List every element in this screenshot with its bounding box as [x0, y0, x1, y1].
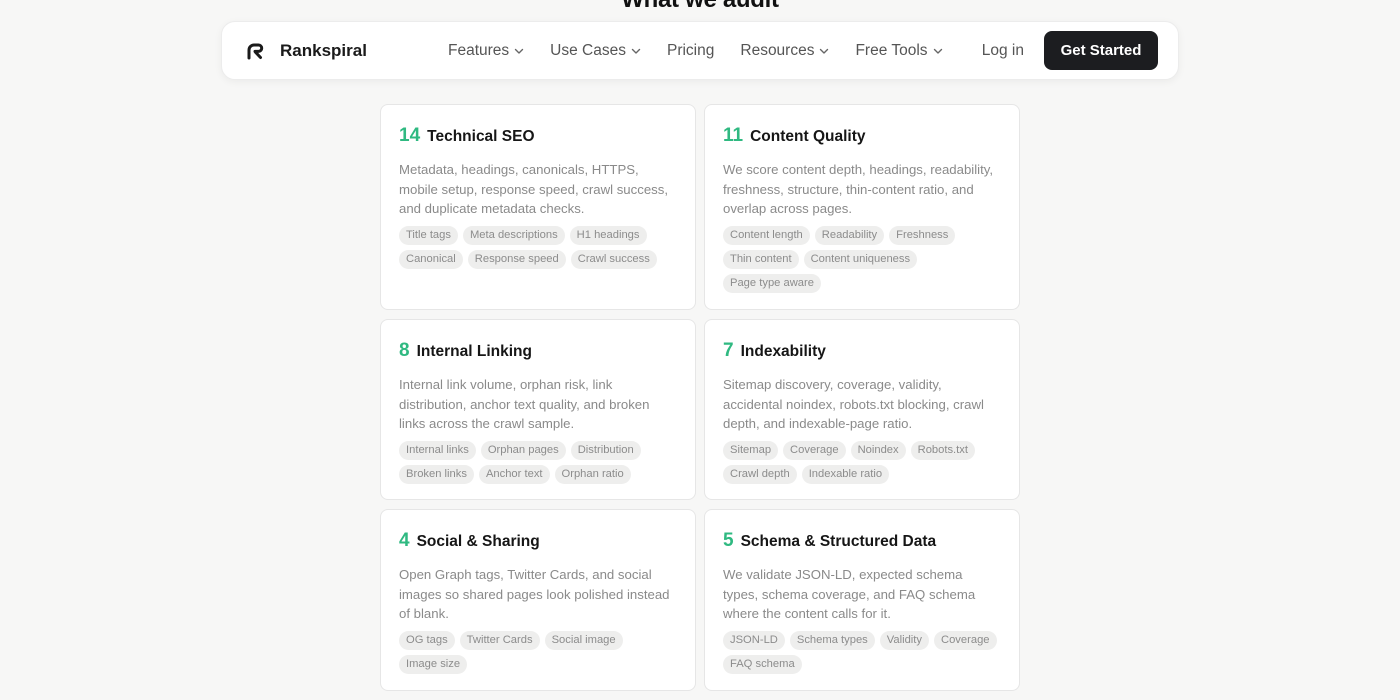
chevron-down-icon [933, 46, 943, 56]
audit-card-internal-linking: 8 Internal Linking Internal link volume,… [380, 319, 696, 500]
tag-list: Title tags Meta descriptions H1 headings… [399, 225, 677, 269]
tag: Content uniqueness [803, 249, 918, 269]
tag: Meta descriptions [462, 225, 565, 245]
card-description: Metadata, headings, canonicals, HTTPS, m… [399, 162, 669, 216]
tag: Page type aware [723, 273, 821, 293]
check-count: 14 [399, 125, 421, 146]
card-description: Sitemap discovery, coverage, validity, a… [723, 377, 984, 431]
tag: Orphan ratio [554, 464, 631, 484]
tag: Orphan pages [480, 440, 566, 460]
tag: Thin content [723, 249, 799, 269]
tag: Crawl depth [723, 464, 797, 484]
nav-features[interactable]: Features [448, 42, 524, 60]
audit-card-content-quality: 11 Content Quality We score content dept… [704, 104, 1020, 310]
card-description: Internal link volume, orphan risk, link … [399, 377, 650, 431]
audit-card-social-sharing: 4 Social & Sharing Open Graph tags, Twit… [380, 509, 696, 691]
card-description: Open Graph tags, Twitter Cards, and soci… [399, 567, 670, 621]
login-link[interactable]: Log in [982, 42, 1024, 60]
tag: Image size [399, 654, 468, 674]
nav-free-tools-label: Free Tools [855, 41, 928, 59]
nav-resources[interactable]: Resources [740, 42, 829, 60]
audit-card-technical-seo: 14 Technical SEO Metadata, headings, can… [380, 104, 696, 310]
nav-resources-label: Resources [740, 41, 815, 59]
card-description: We validate JSON-LD, expected schema typ… [723, 567, 976, 621]
check-count: 8 [399, 340, 410, 361]
tag: Freshness [889, 225, 956, 245]
tag: Validity [879, 630, 929, 650]
tag-list: Content length Readability Freshness Thi… [723, 225, 1001, 293]
tag: Internal links [399, 440, 476, 460]
tag-list: JSON-LD Schema types Validity Coverage F… [723, 630, 1001, 674]
navbar: Rankspiral Features Use Cases Pricing Re… [221, 21, 1179, 80]
check-count: 4 [399, 530, 410, 551]
tag: JSON-LD [723, 630, 785, 650]
chevron-down-icon [514, 46, 524, 56]
tag: Distribution [570, 440, 641, 460]
check-count: 5 [723, 530, 734, 551]
card-title: Schema & Structured Data [740, 533, 937, 550]
brand-name: Rankspiral [280, 40, 367, 60]
tag-list: Sitemap Coverage Noindex Robots.txt Craw… [723, 440, 1001, 484]
audit-grid: 14 Technical SEO Metadata, headings, can… [380, 104, 1020, 700]
card-description: We score content depth, headings, readab… [723, 162, 994, 216]
card-title: Technical SEO [427, 128, 535, 145]
tag: Coverage [783, 440, 846, 460]
nav-actions: Log in Get Started [982, 31, 1158, 70]
get-started-button[interactable]: Get Started [1044, 31, 1158, 70]
tag-list: OG tags Twitter Cards Social image Image… [399, 630, 677, 674]
card-title: Internal Linking [416, 343, 532, 360]
nav-use-cases[interactable]: Use Cases [550, 42, 641, 60]
tag: Anchor text [478, 464, 550, 484]
nav-use-cases-label: Use Cases [550, 41, 626, 59]
check-count: 11 [723, 125, 744, 146]
rankspiral-logo-icon [246, 41, 266, 61]
card-title: Indexability [740, 343, 826, 360]
tag: Sitemap [723, 440, 779, 460]
check-count: 7 [723, 340, 734, 361]
nav-features-label: Features [448, 41, 510, 59]
tag: Indexable ratio [801, 464, 890, 484]
tag: FAQ schema [723, 654, 802, 674]
card-title: Social & Sharing [416, 533, 540, 550]
tag: Readability [814, 225, 885, 245]
tag: Broken links [399, 464, 474, 484]
tag: Schema types [789, 630, 875, 650]
tag: Title tags [399, 225, 458, 245]
tag: Response speed [467, 249, 566, 269]
tag: Content length [723, 225, 810, 245]
chevron-down-icon [631, 46, 641, 56]
tag: Noindex [850, 440, 906, 460]
chevron-down-icon [819, 46, 829, 56]
nav-free-tools[interactable]: Free Tools [855, 42, 942, 60]
tag: H1 headings [569, 225, 647, 245]
tag: Twitter Cards [459, 630, 540, 650]
tag: Canonical [399, 249, 463, 269]
tag-list: Internal links Orphan pages Distribution… [399, 440, 677, 484]
tag: Social image [544, 630, 623, 650]
tag: Robots.txt [910, 440, 975, 460]
audit-card-schema: 5 Schema & Structured Data We validate J… [704, 509, 1020, 691]
tag: Crawl success [570, 249, 657, 269]
card-title: Content Quality [750, 128, 866, 145]
nav-pricing-label: Pricing [666, 41, 715, 59]
tag: OG tags [399, 630, 455, 650]
brand-link[interactable]: Rankspiral [246, 41, 406, 61]
nav-pricing[interactable]: Pricing [667, 42, 714, 60]
nav-links: Features Use Cases Pricing Resources Fre… [448, 42, 943, 60]
audit-card-indexability: 7 Indexability Sitemap discovery, covera… [704, 319, 1020, 500]
tag: Coverage [934, 630, 997, 650]
section-heading: What we audit [0, 0, 1400, 14]
